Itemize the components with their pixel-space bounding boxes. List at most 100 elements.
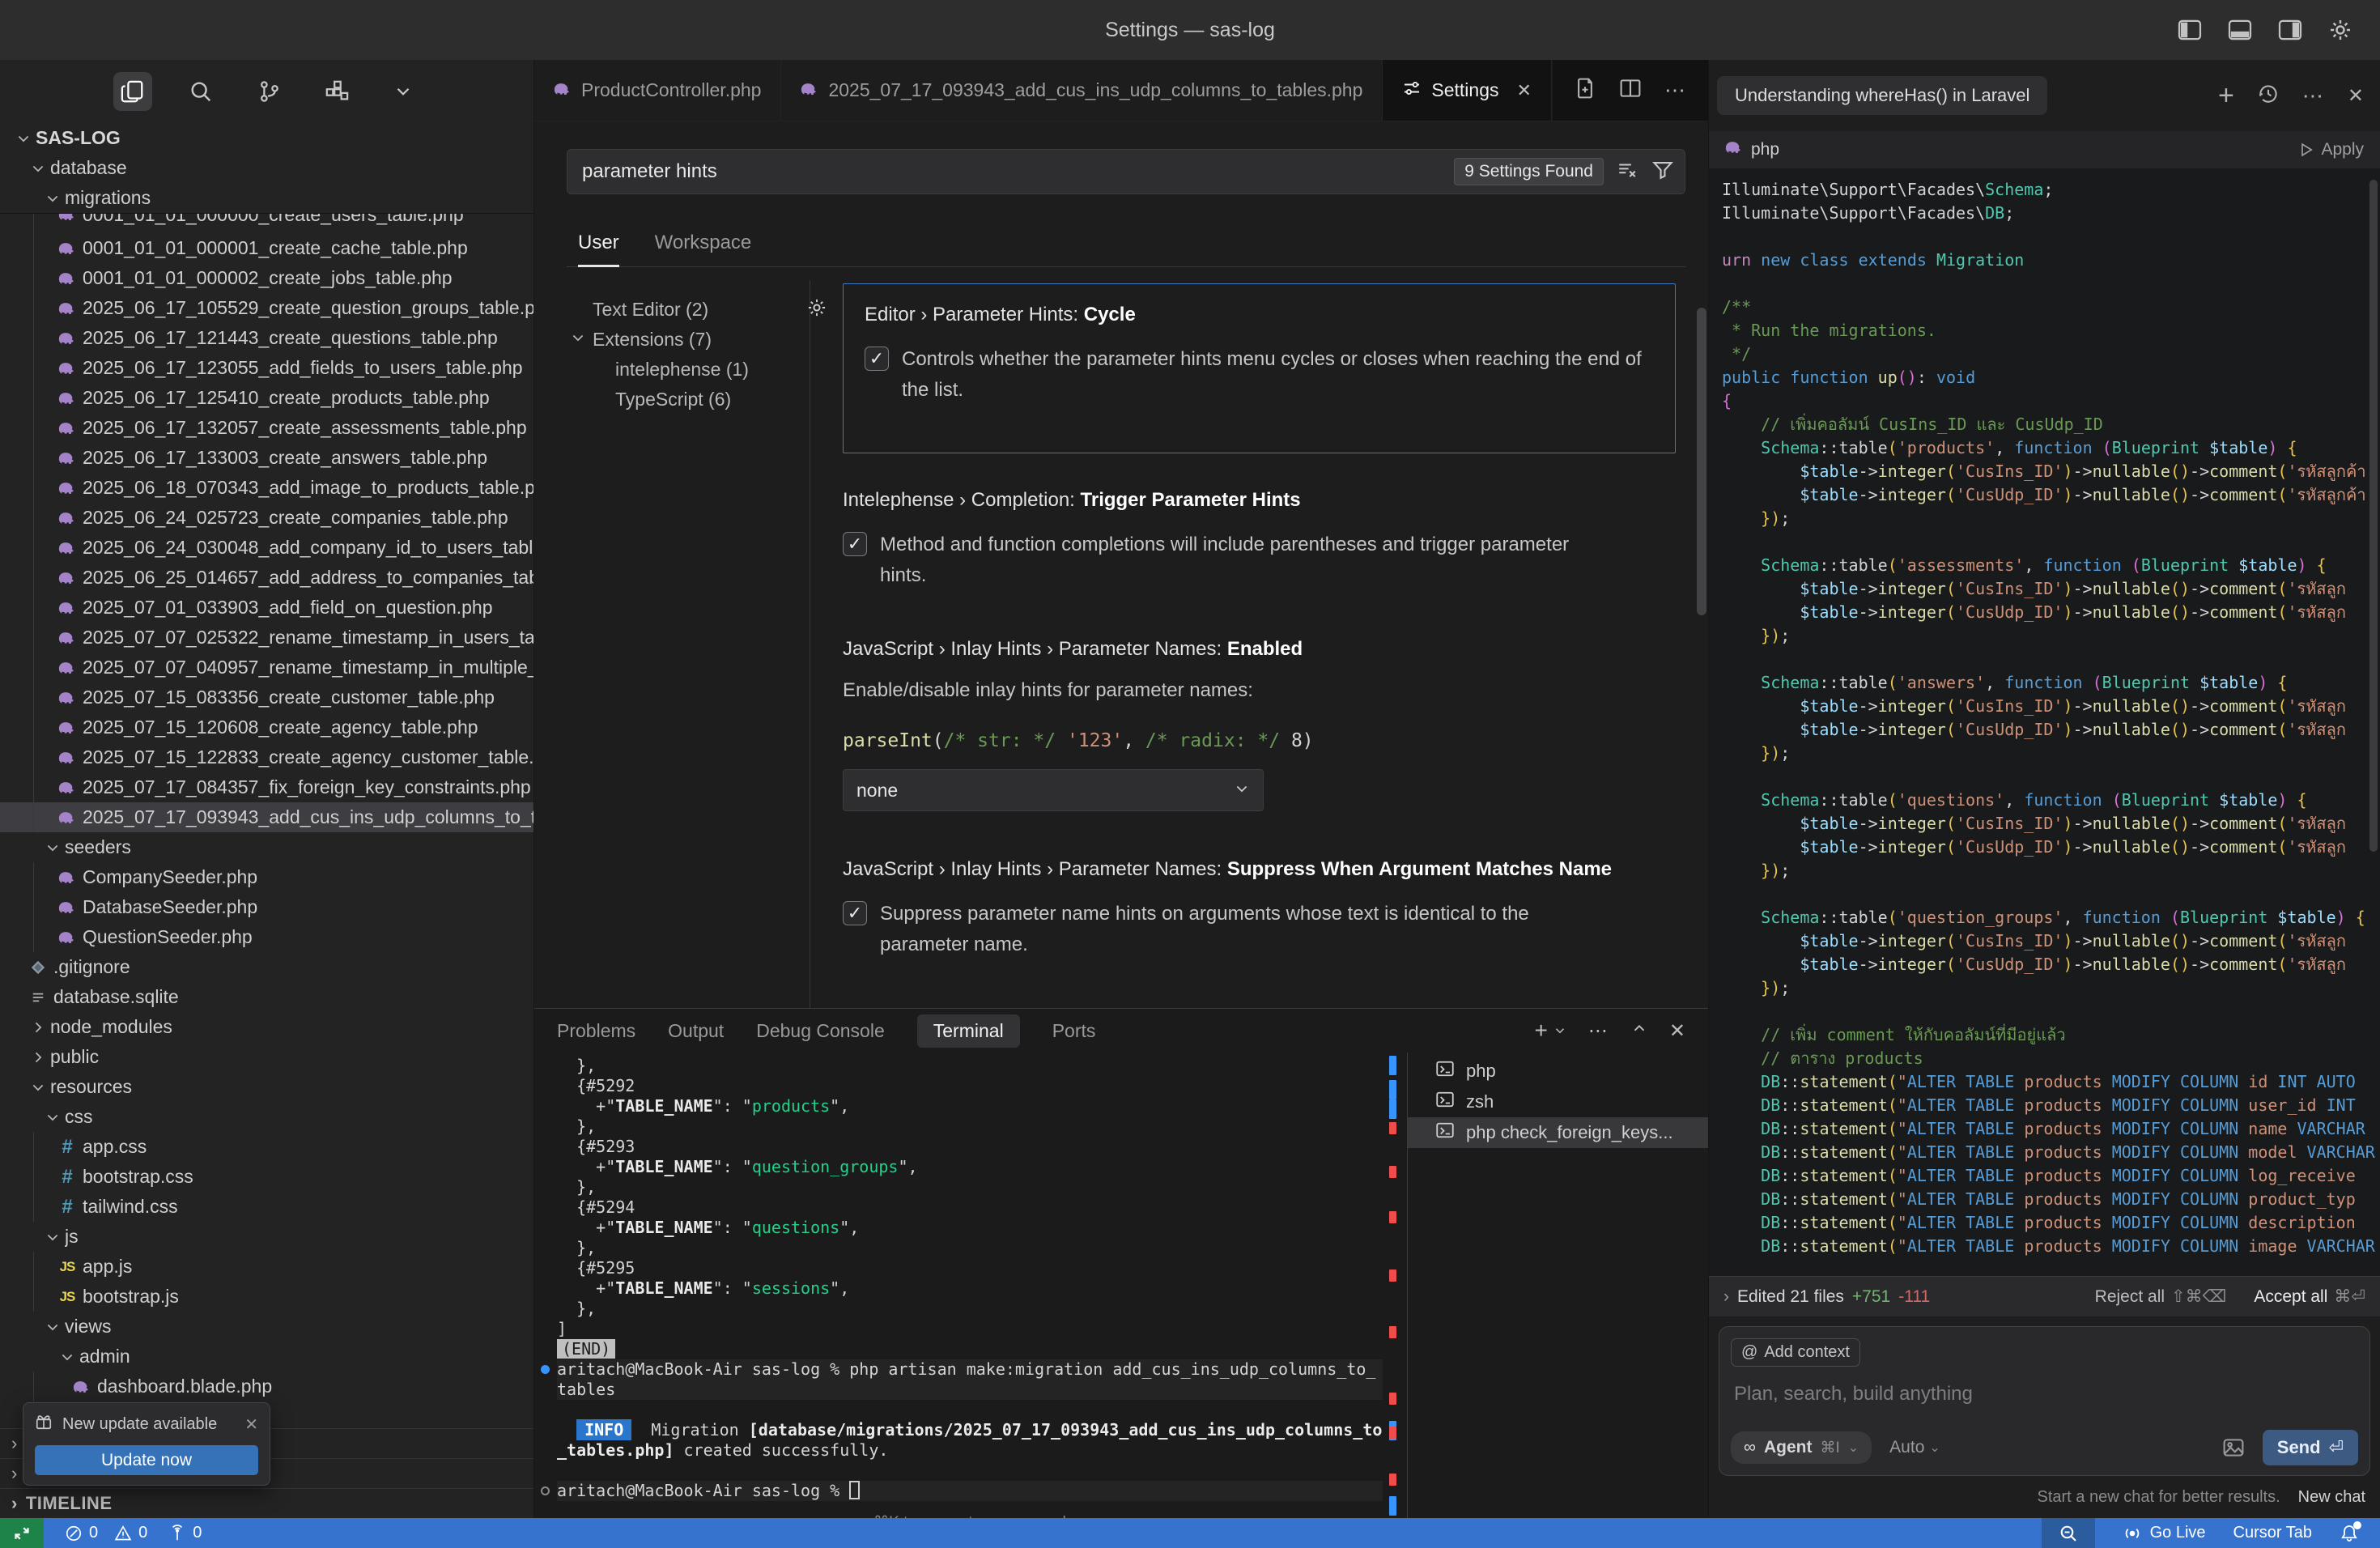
- close-tab-icon[interactable]: ✕: [1516, 80, 1531, 101]
- panel-tab-Output[interactable]: Output: [668, 1020, 724, 1042]
- tree-folder-js[interactable]: js: [0, 1222, 533, 1252]
- tree-folder-css[interactable]: css: [0, 1102, 533, 1132]
- zoom-indicator[interactable]: [2042, 1518, 2095, 1548]
- tree-item[interactable]: 2025_06_18_070343_add_image_to_products_…: [0, 473, 533, 503]
- notifications-bell-icon[interactable]: [2340, 1524, 2359, 1543]
- tree-folder-node_modules[interactable]: node_modules: [0, 1012, 533, 1042]
- terminal-more-icon[interactable]: ⋯: [1588, 1019, 1609, 1043]
- code-scrollbar[interactable]: [2369, 180, 2378, 852]
- tree-item[interactable]: #app.css: [0, 1132, 533, 1162]
- tree-item[interactable]: 2025_06_17_105529_create_question_groups…: [0, 293, 533, 323]
- scope-tab-User[interactable]: User: [578, 225, 619, 266]
- split-editor-icon[interactable]: [1619, 77, 1642, 104]
- send-button[interactable]: Send⏎: [2263, 1430, 2358, 1465]
- terminal-session-php[interactable]: php: [1408, 1056, 1708, 1087]
- ports-status[interactable]: 0: [168, 1524, 202, 1542]
- terminal-session-zsh[interactable]: zsh: [1408, 1087, 1708, 1117]
- problems-status[interactable]: 0 0: [65, 1524, 147, 1542]
- new-terminal-icon[interactable]: +: [1535, 1018, 1567, 1044]
- settings-gear-icon[interactable]: [2328, 18, 2352, 42]
- accept-all-button[interactable]: Accept all⌘⏎: [2254, 1286, 2365, 1307]
- reject-all-button[interactable]: Reject all⇧⌘⌫: [2095, 1286, 2227, 1307]
- go-live-button[interactable]: Go Live: [2123, 1524, 2206, 1543]
- tree-item[interactable]: CompanySeeder.php: [0, 862, 533, 892]
- toggle-primary-sidebar-icon[interactable]: [2178, 19, 2202, 40]
- tree-item[interactable]: #bootstrap.css: [0, 1162, 533, 1192]
- toc-item-Extensions (7)[interactable]: Extensions (7): [570, 325, 810, 355]
- update-now-button[interactable]: Update now: [35, 1445, 258, 1475]
- setting-checkbox[interactable]: ✓: [865, 347, 889, 371]
- close-panel-icon[interactable]: ✕: [1669, 1019, 1685, 1043]
- tree-item[interactable]: 2025_07_15_122833_create_agency_customer…: [0, 742, 533, 772]
- attach-image-icon[interactable]: [2222, 1436, 2245, 1459]
- tree-folder-migrations[interactable]: migrations: [0, 183, 533, 213]
- maximize-panel-icon[interactable]: [1630, 1019, 1648, 1043]
- filter-icon[interactable]: [1652, 159, 1673, 185]
- editor-tab-Settings[interactable]: Settings✕: [1383, 60, 1552, 121]
- toc-item-Text Editor (2)[interactable]: Text Editor (2): [570, 295, 810, 325]
- chat-input-placeholder[interactable]: Plan, search, build anything: [1734, 1383, 2355, 1406]
- tree-item[interactable]: database.sqlite: [0, 982, 533, 1012]
- chat-tab[interactable]: Understanding whereHas() in Laravel: [1717, 76, 2047, 115]
- panel-tab-Ports[interactable]: Ports: [1052, 1020, 1096, 1042]
- setting-gear-icon[interactable]: [806, 297, 827, 322]
- chat-more-icon[interactable]: ⋯: [2302, 83, 2325, 108]
- toc-item-intelephense (1)[interactable]: intelephense (1): [570, 355, 810, 385]
- tree-folder-views[interactable]: views: [0, 1312, 533, 1342]
- setting-dropdown[interactable]: none: [843, 769, 1264, 811]
- new-chat-icon[interactable]: +: [2218, 80, 2234, 112]
- tree-item[interactable]: 2025_07_07_040957_rename_timestamp_in_mu…: [0, 653, 533, 683]
- clear-filters-icon[interactable]: [1617, 159, 1638, 185]
- settings-scrollbar[interactable]: [1697, 308, 1706, 615]
- tree-folder-SAS-LOG[interactable]: SAS-LOG: [0, 123, 533, 153]
- cursor-tab-status[interactable]: Cursor Tab: [2233, 1524, 2312, 1542]
- scope-tab-Workspace[interactable]: Workspace: [655, 225, 752, 266]
- tree-folder-seeders[interactable]: seeders: [0, 832, 533, 862]
- source-control-icon[interactable]: [249, 72, 288, 111]
- tree-item[interactable]: 2025_06_17_132057_create_assessments_tab…: [0, 413, 533, 443]
- tree-folder-admin[interactable]: admin: [0, 1342, 533, 1372]
- remote-indicator[interactable]: [0, 1518, 44, 1548]
- panel-tab-Debug Console[interactable]: Debug Console: [756, 1020, 885, 1042]
- extensions-icon[interactable]: [317, 72, 356, 111]
- tree-item[interactable]: 2025_06_17_125410_create_products_table.…: [0, 383, 533, 413]
- tree-item[interactable]: 2025_07_01_033903_add_field_on_question.…: [0, 593, 533, 623]
- tree-item[interactable]: 0001_01_01_000001_create_cache_table.php: [0, 233, 533, 263]
- tree-folder-database[interactable]: database: [0, 153, 533, 183]
- tree-item[interactable]: 0001_01_01_000000_create_users_table.php: [0, 213, 533, 233]
- tree-item[interactable]: 2025_06_17_121443_create_questions_table…: [0, 323, 533, 353]
- tree-item[interactable]: 0001_01_01_000002_create_jobs_table.php: [0, 263, 533, 293]
- setting-checkbox[interactable]: ✓: [843, 532, 867, 556]
- toggle-panel-icon[interactable]: [2228, 19, 2252, 40]
- editor-tab-2025_07_17_093943_add_cus_ins_udp_columns_to_tables.php[interactable]: 2025_07_17_093943_add_cus_ins_udp_column…: [781, 60, 1383, 121]
- new-chat-button[interactable]: New chat: [2298, 1488, 2365, 1507]
- tree-item[interactable]: .gitignore: [0, 952, 533, 982]
- history-icon[interactable]: [2257, 83, 2280, 109]
- tree-item[interactable]: 2025_07_17_084357_fix_foreign_key_constr…: [0, 772, 533, 802]
- more-actions-icon[interactable]: ⋯: [1664, 78, 1687, 103]
- tree-item[interactable]: QuestionSeeder.php: [0, 922, 533, 952]
- terminal-output[interactable]: }, {#5292 +"TABLE_NAME": "products", }, …: [534, 1053, 1383, 1518]
- tree-item[interactable]: JSbootstrap.js: [0, 1282, 533, 1312]
- tree-item[interactable]: 2025_06_24_025723_create_companies_table…: [0, 503, 533, 533]
- add-context-chip[interactable]: @ Add context: [1731, 1338, 1860, 1367]
- tree-item[interactable]: 2025_07_07_025322_rename_timestamp_in_us…: [0, 623, 533, 653]
- terminal-session-php check_foreign_keys...[interactable]: php check_foreign_keys...: [1408, 1117, 1708, 1148]
- tree-item[interactable]: 2025_06_25_014657_add_address_to_compani…: [0, 563, 533, 593]
- settings-search-box[interactable]: parameter hints 9 Settings Found: [567, 149, 1685, 194]
- agent-mode-selector[interactable]: ∞ Agent ⌘I ⌄: [1731, 1431, 1872, 1464]
- apply-button[interactable]: Apply: [2298, 140, 2364, 159]
- tree-item[interactable]: 2025_07_15_120608_create_agency_table.ph…: [0, 712, 533, 742]
- explorer-icon[interactable]: [113, 72, 152, 111]
- close-icon[interactable]: ✕: [244, 1414, 258, 1435]
- chat-close-icon[interactable]: ✕: [2348, 84, 2364, 108]
- tree-folder-resources[interactable]: resources: [0, 1072, 533, 1102]
- expand-edits-icon[interactable]: ›: [1723, 1287, 1729, 1307]
- toggle-secondary-sidebar-icon[interactable]: [2278, 19, 2302, 40]
- setting-checkbox[interactable]: ✓: [843, 901, 867, 925]
- chat-composer[interactable]: @ Add context Plan, search, build anythi…: [1719, 1326, 2370, 1476]
- tree-item[interactable]: 2025_06_24_030048_add_company_id_to_user…: [0, 533, 533, 563]
- tree-item[interactable]: JSapp.js: [0, 1252, 533, 1282]
- views-chevron-icon[interactable]: [385, 74, 421, 109]
- editor-tab-ProductController.php[interactable]: ProductController.php: [534, 60, 781, 121]
